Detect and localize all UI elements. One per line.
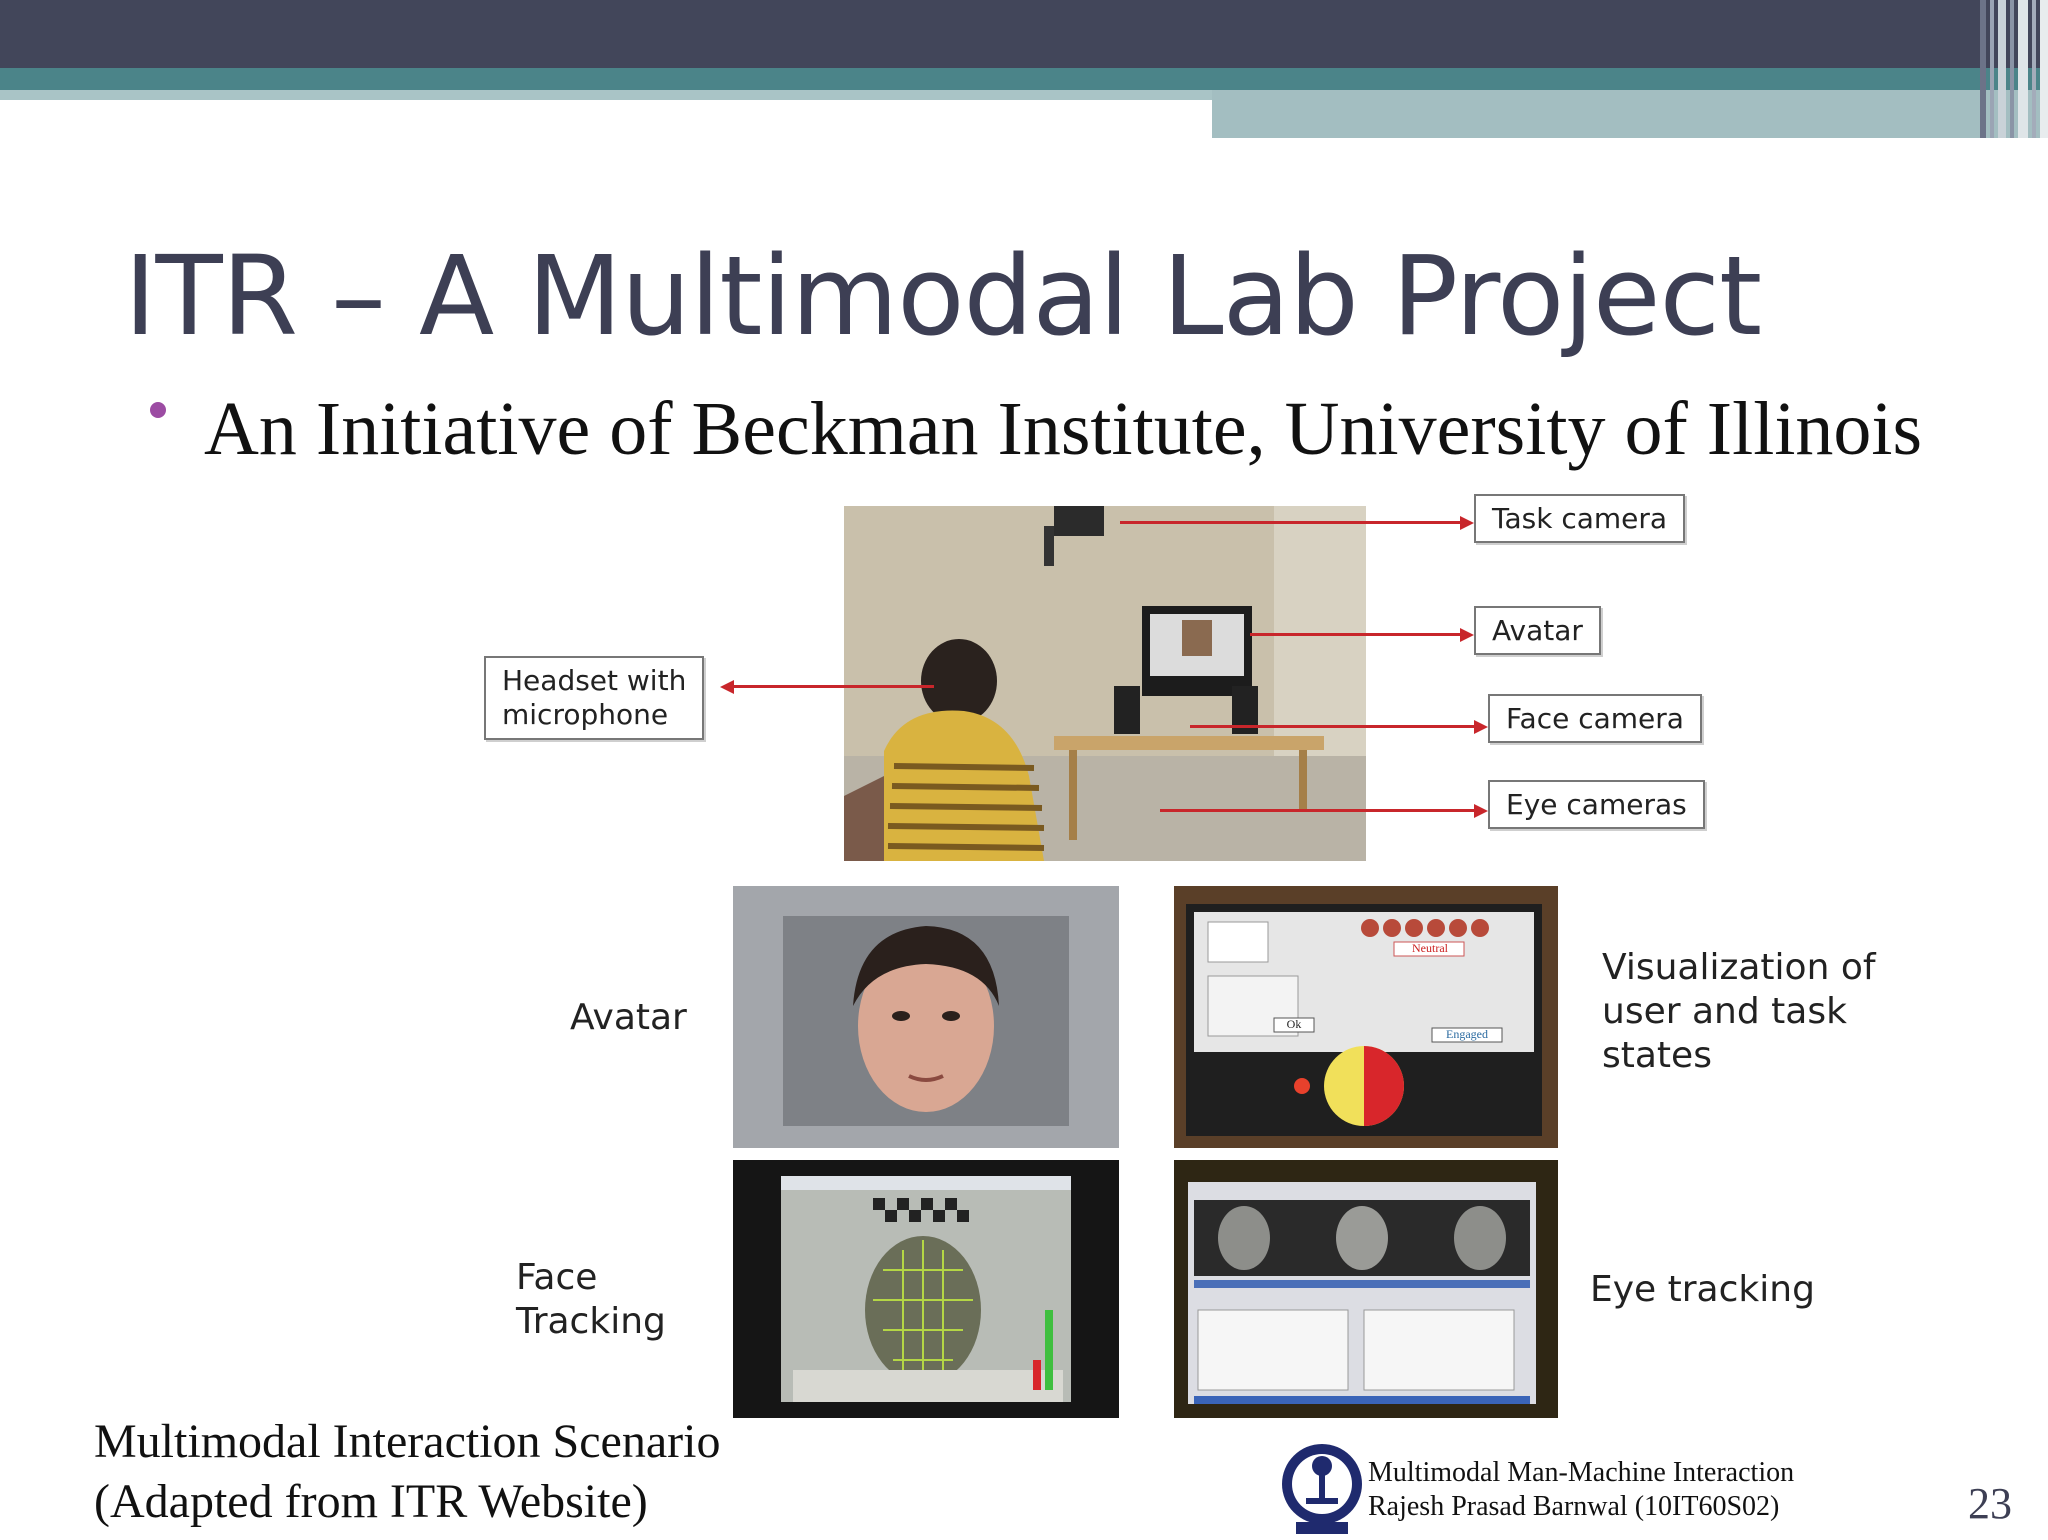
- callout-avatar: Avatar: [1474, 606, 1601, 655]
- lab-setup-photo: [844, 506, 1366, 861]
- caption-line2: (Adapted from ITR Website): [94, 1475, 648, 1528]
- label-face-tracking: Face Tracking: [516, 1256, 666, 1344]
- arrow-avatar-icon: [1460, 628, 1474, 642]
- label-face-tracking-line1: Face: [516, 1257, 598, 1298]
- line-face-camera: [1190, 725, 1474, 728]
- face-tracking-screen-photo: [733, 1160, 1119, 1418]
- header-band-light-left: [0, 90, 1212, 100]
- label-visualization-line3: states: [1602, 1035, 1712, 1076]
- arrow-eye-cameras-icon: [1474, 804, 1488, 818]
- label-visualization: Visualization of user and task states: [1602, 946, 1876, 1078]
- line-avatar: [1250, 633, 1460, 636]
- institute-emblem-icon: [1278, 1440, 1366, 1536]
- screen-label-neutral: Neutral: [1412, 941, 1448, 955]
- slide-title: ITR – A Multimodal Lab Project: [124, 232, 1762, 360]
- callout-face-camera: Face camera: [1488, 694, 1702, 743]
- arrow-headset-icon: [720, 680, 734, 694]
- eye-tracking-screen-photo: [1174, 1160, 1558, 1418]
- header-band-dark: [0, 0, 2048, 68]
- line-headset: [734, 685, 934, 688]
- header-band-light-right: [1212, 90, 2048, 138]
- corner-stripes-decoration: [1980, 0, 2048, 138]
- callout-headset-line2: microphone: [502, 698, 669, 731]
- label-avatar: Avatar: [570, 997, 687, 1038]
- label-eye-tracking: Eye tracking: [1590, 1269, 1815, 1310]
- avatar-screen-photo: [733, 886, 1119, 1148]
- arrow-face-camera-icon: [1474, 720, 1488, 734]
- arrow-task-camera-icon: [1460, 516, 1474, 530]
- caption-line1: Multimodal Interaction Scenario: [94, 1415, 721, 1468]
- screen-label-ok: Ok: [1286, 1017, 1302, 1031]
- callout-headset-line1: Headset with: [502, 664, 687, 697]
- page-number: 23: [1968, 1479, 2012, 1528]
- footer-author: Rajesh Prasad Barnwal (10IT60S02): [1368, 1491, 1780, 1522]
- figure-caption: Multimodal Interaction Scenario (Adapted…: [94, 1412, 720, 1532]
- label-visualization-line2: user and task: [1602, 991, 1847, 1032]
- bullet-text: An Initiative of Beckman Institute, Univ…: [204, 387, 1923, 471]
- visualization-screen-photo: Neutral Ok Engaged: [1174, 886, 1558, 1148]
- label-face-tracking-line2: Tracking: [516, 1301, 666, 1342]
- bullet-marker: [150, 402, 166, 418]
- screen-label-engaged: Engaged: [1446, 1027, 1488, 1041]
- callout-eye-cameras: Eye cameras: [1488, 780, 1705, 829]
- line-eye-cameras: [1160, 809, 1474, 812]
- label-visualization-line1: Visualization of: [1602, 947, 1876, 988]
- footer-text: Multimodal Man-Machine Interaction Rajes…: [1368, 1456, 1794, 1524]
- callout-task-camera: Task camera: [1474, 494, 1686, 543]
- line-task-camera: [1120, 521, 1460, 524]
- header-band-teal: [0, 68, 2048, 90]
- footer-course: Multimodal Man-Machine Interaction: [1368, 1457, 1795, 1488]
- callout-headset: Headset with microphone: [484, 656, 705, 740]
